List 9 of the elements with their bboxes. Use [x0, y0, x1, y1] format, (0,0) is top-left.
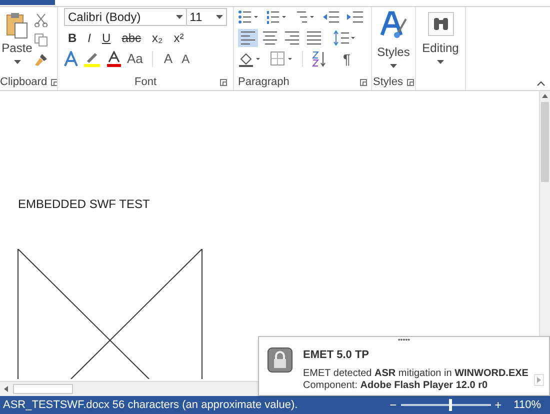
group-label: Clipboard [0, 74, 48, 90]
status-text: ASR_TESTSWF.docx 56 characters (an approximate value). [3, 398, 298, 413]
notification-component: Component: Adobe Flash Player 12.0 r0 [303, 380, 489, 392]
group-label: Paragraph [238, 74, 290, 90]
notification-message: EMET detected ASR mitigation in WINWORD.EXE [303, 368, 528, 380]
notification-title: EMET 5.0 TP [303, 348, 370, 363]
group-label: Styles [373, 74, 403, 90]
group-label: Font [134, 74, 156, 90]
document-heading: EMBEDDED SWF TEST [18, 196, 150, 213]
